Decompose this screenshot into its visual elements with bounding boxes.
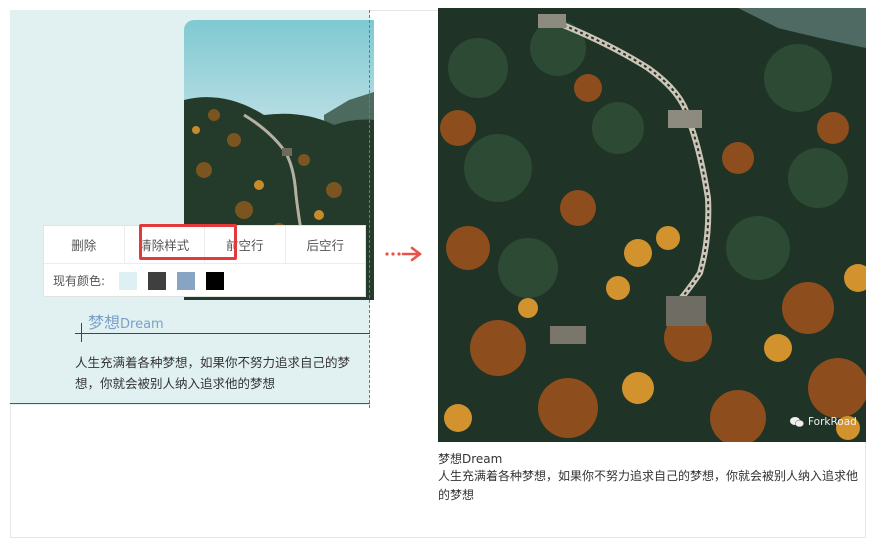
insert-line-after-button[interactable]: 后空行 — [286, 226, 366, 263]
arrow-right-icon — [385, 246, 422, 262]
color-swatch-black[interactable] — [206, 271, 225, 290]
heading-en: Dream — [120, 317, 164, 332]
color-swatch-light-teal[interactable] — [119, 271, 138, 290]
heading-cn: 梦想 — [88, 313, 121, 332]
cursor-guide-line — [75, 333, 370, 334]
existing-colors-label: 现有颜色: — [53, 274, 106, 288]
editor-edge-dashed — [369, 10, 370, 408]
preview-watermark: ForkRoad — [790, 416, 857, 428]
delete-button[interactable]: 删除 — [44, 226, 125, 263]
clear-style-highlight-box — [139, 224, 237, 260]
editor-paragraph-line: 想，你就会被别人纳入追求他的梦想 — [75, 376, 276, 391]
color-swatch-blue-gray[interactable] — [177, 271, 196, 290]
editor-paragraph-line: 人生充满着各种梦想，如果你不努力追求自己的梦 — [75, 355, 351, 370]
editor-heading[interactable]: 梦想Dream — [88, 309, 164, 333]
editor-paragraph[interactable]: 人生充满着各种梦想，如果你不努力追求自己的梦 想，你就会被别人纳入追求他的梦想 — [75, 352, 375, 394]
wechat-icon — [790, 417, 804, 428]
editor-bottom-border — [10, 403, 370, 404]
color-swatch-dark-gray[interactable] — [148, 271, 167, 290]
preview-image — [438, 8, 866, 442]
preview-paragraph: 人生充满着各种梦想，如果你不努力追求自己的梦想，你就会被别人纳入追求他的梦想 — [438, 469, 859, 502]
watermark-text: ForkRoad — [808, 416, 857, 428]
existing-colors-row: 现有颜色: — [44, 263, 365, 298]
preview-title: 梦想Dream — [438, 452, 503, 466]
great-wall-photo — [438, 8, 866, 442]
